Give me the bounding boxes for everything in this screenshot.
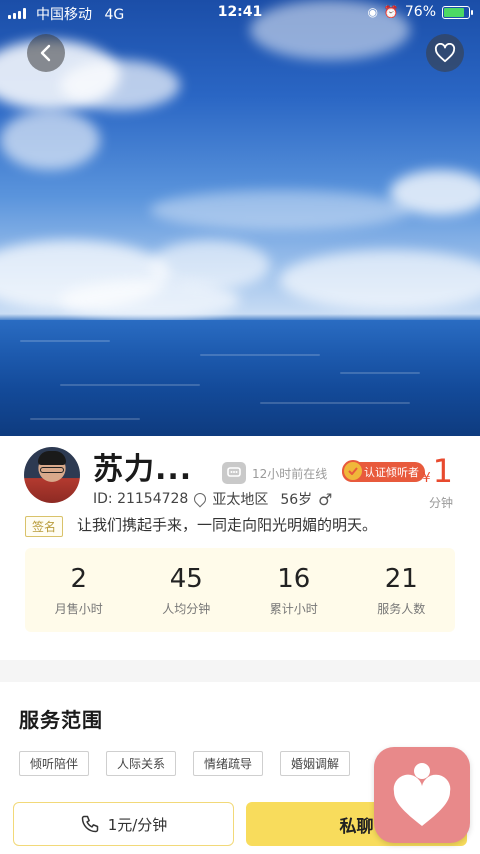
price-unit: 分钟 bbox=[428, 496, 453, 510]
section-divider bbox=[0, 660, 480, 682]
online-status: 12小时前在线 bbox=[222, 462, 327, 484]
verified-badge: 认证倾听者 bbox=[342, 460, 425, 482]
private-chat-label: 私聊 bbox=[339, 816, 374, 837]
stat-served-people: 21 服务人数 bbox=[356, 564, 446, 617]
profile-name: 苏力... bbox=[93, 452, 193, 487]
verified-check-icon bbox=[342, 460, 364, 482]
avatar-glasses bbox=[40, 467, 64, 473]
status-bar: 中国移动 4G 12:41 ◉ ⏰ 76% bbox=[0, 0, 480, 26]
services-title: 服务范围 bbox=[19, 708, 103, 732]
avatar-hair bbox=[38, 451, 66, 465]
battery-icon bbox=[442, 5, 473, 19]
service-tags: 倾听陪伴 人际关系 情绪疏导 婚姻调解 bbox=[19, 751, 351, 776]
stat-value: 2 bbox=[70, 563, 88, 594]
price-value: 1 bbox=[432, 452, 453, 490]
orientation-lock-icon: ◉ bbox=[367, 5, 378, 19]
stat-total-hours: 16 累计小时 bbox=[249, 564, 339, 617]
floating-app-logo[interactable] bbox=[374, 747, 470, 843]
sea bbox=[0, 320, 480, 436]
verified-label: 认证倾听者 bbox=[364, 466, 419, 479]
stat-label: 月售小时 bbox=[54, 601, 103, 616]
alarm-icon: ⏰ bbox=[383, 5, 399, 19]
heart-outline-icon bbox=[434, 43, 456, 63]
stats-panel: 2 月售小时 45 人均分钟 16 累计小时 21 服务人数 bbox=[25, 548, 455, 632]
stat-label: 人均分钟 bbox=[162, 601, 211, 616]
signature-tag: 签名 bbox=[25, 516, 64, 537]
stat-value: 16 bbox=[277, 563, 311, 594]
heart-person-icon bbox=[393, 763, 451, 826]
online-status-text: 12小时前在线 bbox=[252, 466, 328, 481]
location-pin-icon bbox=[191, 490, 209, 508]
region: 亚太地区 bbox=[212, 492, 269, 508]
favorite-button[interactable] bbox=[426, 34, 464, 72]
price: ¥1 bbox=[422, 452, 453, 490]
profile-meta: ID: 21154728 亚太地区 56岁 ♂ bbox=[93, 489, 333, 509]
chevron-left-icon bbox=[40, 44, 51, 62]
stat-label: 累计小时 bbox=[269, 601, 318, 616]
stat-label: 服务人数 bbox=[377, 601, 426, 616]
currency-symbol: ¥ bbox=[422, 471, 431, 486]
chat-bubble-icon bbox=[222, 462, 246, 484]
service-tag[interactable]: 情绪疏导 bbox=[193, 751, 264, 776]
age: 56岁 bbox=[280, 492, 313, 508]
call-button-label: 1元/分钟 bbox=[107, 815, 168, 834]
back-button[interactable] bbox=[27, 34, 65, 72]
user-id: ID: 21154728 bbox=[93, 491, 189, 507]
service-tag[interactable]: 婚姻调解 bbox=[280, 751, 351, 776]
call-button[interactable]: 1元/分钟 bbox=[13, 802, 234, 846]
service-tag[interactable]: 人际关系 bbox=[106, 751, 177, 776]
stat-monthly-hours: 2 月售小时 bbox=[34, 564, 124, 617]
battery-percent: 76% bbox=[404, 4, 436, 20]
stat-value: 45 bbox=[169, 563, 203, 594]
phone-icon bbox=[81, 815, 98, 833]
male-gender-icon: ♂ bbox=[318, 489, 333, 509]
cover-image bbox=[0, 0, 480, 436]
avatar[interactable] bbox=[24, 447, 80, 503]
battery-fill bbox=[444, 7, 464, 17]
service-tag[interactable]: 倾听陪伴 bbox=[19, 751, 90, 776]
signature-text: 让我们携起手来，一同走向阳光明媚的明天。 bbox=[77, 516, 378, 534]
stat-value: 21 bbox=[384, 563, 418, 594]
stat-avg-minutes: 45 人均分钟 bbox=[141, 564, 231, 617]
